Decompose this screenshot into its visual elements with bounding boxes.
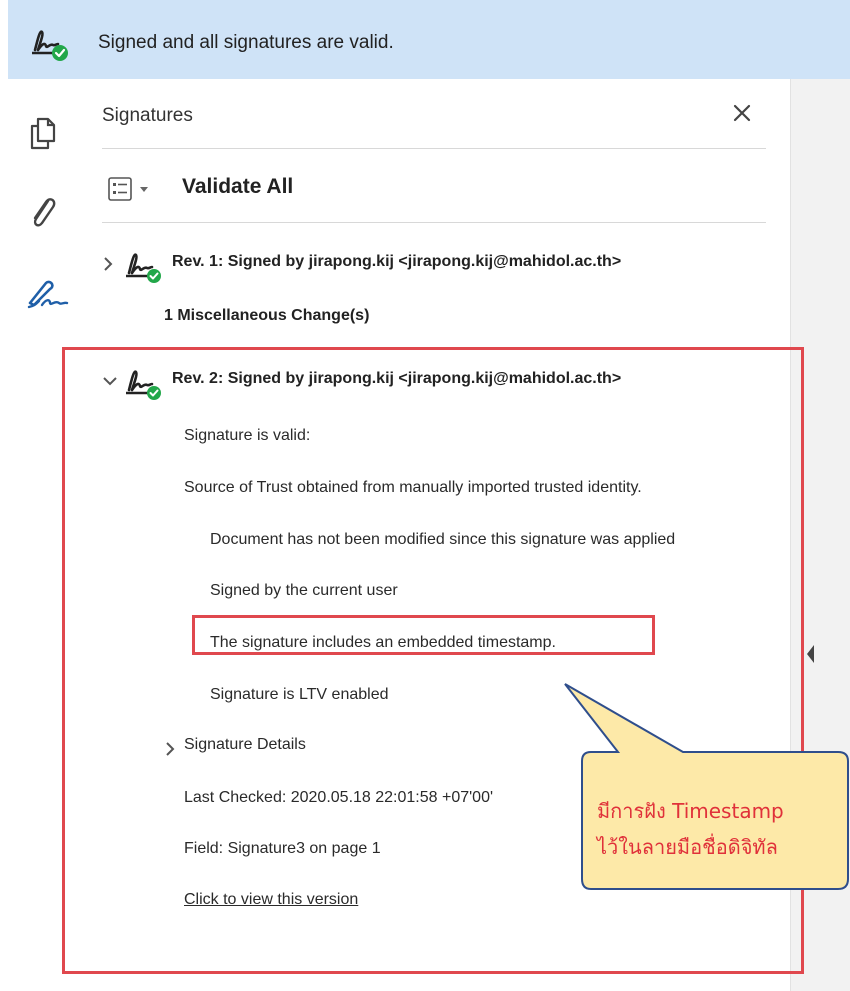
panel-divider	[102, 222, 766, 223]
pages-icon[interactable]	[26, 115, 58, 156]
close-panel-button[interactable]	[724, 95, 760, 131]
highlight-box-timestamp	[192, 615, 655, 655]
signature-status-banner: Signed and all signatures are valid.	[8, 0, 850, 79]
callout-line-1: มีการฝัง Timestamp	[597, 799, 784, 823]
misc-change-label: 1 Miscellaneous Change(s)	[164, 307, 370, 324]
signature-valid-icon	[30, 24, 72, 67]
panel-title: Signatures	[102, 105, 193, 126]
revision-1-label: Rev. 1: Signed by jirapong.kij <jirapong…	[172, 253, 622, 270]
validate-all-button[interactable]: Validate All	[182, 175, 293, 199]
panel-divider	[102, 148, 766, 149]
signature-pen-icon[interactable]	[26, 277, 70, 316]
callout-line-2: ไว้ในลายมือชื่อดิจิทัล	[597, 835, 778, 859]
banner-text: Signed and all signatures are valid.	[98, 32, 394, 53]
signature-options-button[interactable]	[108, 177, 160, 203]
signature-valid-icon	[124, 247, 166, 290]
list-options-icon	[108, 177, 148, 201]
attachment-icon[interactable]	[26, 191, 58, 236]
collapse-panel-handle[interactable]	[807, 645, 814, 663]
callout-text: มีการฝัง Timestamp ไว้ในลายมือชื่อดิจิทั…	[597, 793, 837, 865]
close-icon	[733, 104, 751, 122]
chevron-right-icon[interactable]	[102, 255, 114, 278]
